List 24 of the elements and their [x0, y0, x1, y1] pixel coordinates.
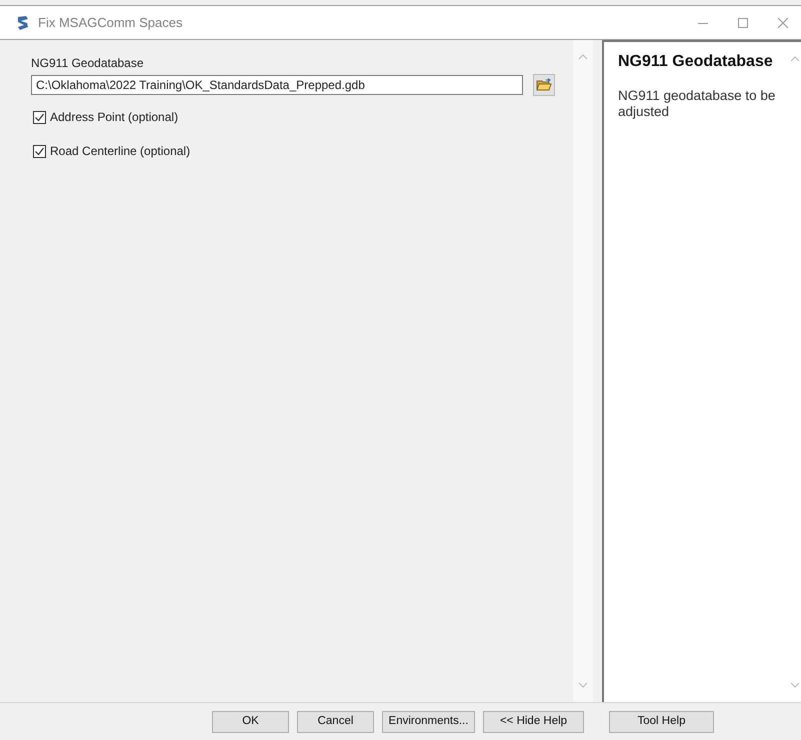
close-icon[interactable]	[777, 16, 789, 28]
dialog-button[interactable]: Cancel	[297, 710, 374, 732]
browse-button[interactable]	[533, 74, 555, 96]
app-icon	[15, 14, 31, 30]
checkbox-label: Road Centerline (optional)	[50, 143, 190, 160]
help-text: NG911 geodatabase to be adjusted	[618, 88, 776, 120]
maximize-icon[interactable]	[737, 16, 749, 28]
path-field[interactable]: C:\Oklahoma\2022 Training\OK_StandardsData_Prepped.gdb	[31, 75, 523, 95]
checkbox[interactable]	[33, 110, 46, 124]
scroll-up-icon[interactable]	[578, 54, 588, 60]
help-title: NG911 Geodatabase	[618, 52, 774, 72]
folder-icon	[536, 78, 552, 92]
window-title: Fix MSAGComm Spaces	[38, 14, 182, 32]
checkbox-label: Address Point (optional)	[50, 109, 178, 126]
scroll-up-icon[interactable]	[790, 56, 800, 62]
field-label: NG911 Geodatabase	[31, 55, 145, 72]
dialog-button[interactable]: Environments...	[382, 710, 475, 732]
dialog-button[interactable]: Tool Help	[609, 710, 714, 732]
dialog-button[interactable]: OK	[212, 710, 289, 732]
checkbox[interactable]	[33, 144, 46, 158]
scrollbar[interactable]	[573, 40, 594, 702]
scroll-down-icon[interactable]	[790, 682, 800, 688]
scroll-down-icon[interactable]	[578, 682, 588, 688]
dialog-button[interactable]: << Hide Help	[483, 710, 584, 732]
